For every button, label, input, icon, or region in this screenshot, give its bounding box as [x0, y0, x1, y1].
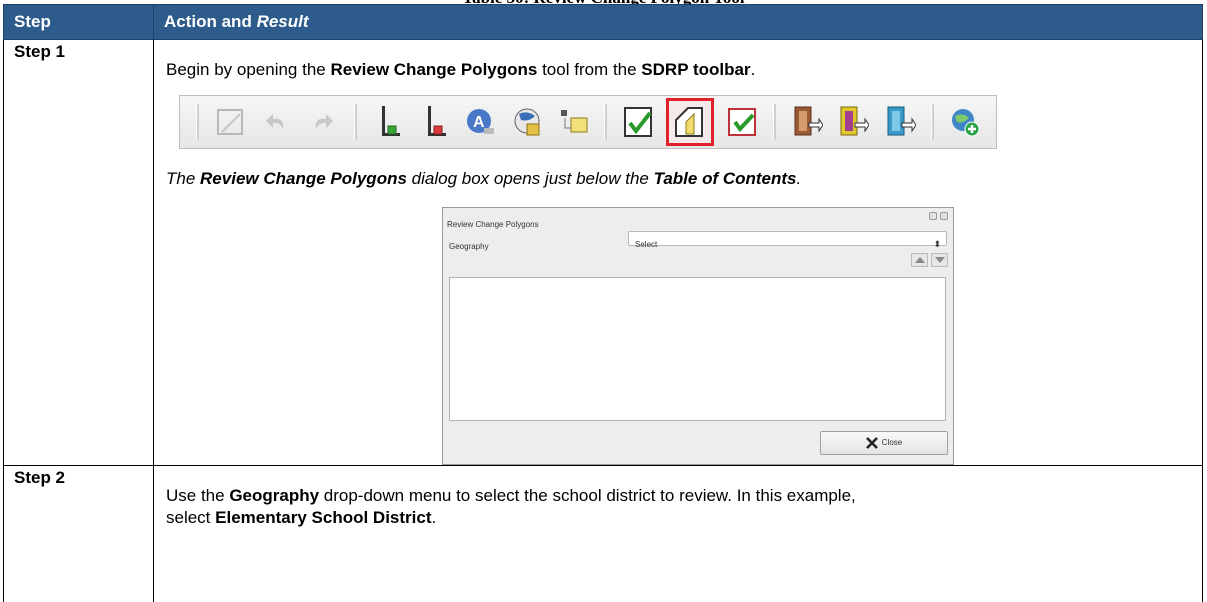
sdrp-toolbar: A: [179, 95, 997, 149]
select-value: Select: [635, 240, 658, 249]
step-2-action: Use the Geography drop-down menu to sele…: [153, 465, 1203, 602]
toc-name: Table of Contents: [653, 169, 797, 188]
toolbar-separator: [196, 104, 199, 140]
move-feature-icon[interactable]: [555, 103, 591, 141]
chevron-updown-icon: ⬍: [933, 239, 941, 249]
field-name: Geography: [229, 486, 320, 505]
header-step: Step: [3, 4, 154, 40]
text: Begin by opening the: [166, 60, 331, 79]
text: .: [431, 508, 437, 527]
redo-icon[interactable]: [304, 103, 340, 141]
identify-area-icon[interactable]: [508, 103, 544, 141]
validate-icon[interactable]: [724, 103, 760, 141]
review-change-polygons-dialog: Review Change Polygons Geography Select ⬍…: [442, 207, 954, 465]
geography-select[interactable]: Select ⬍: [628, 231, 947, 249]
review-check-icon[interactable]: [620, 103, 656, 141]
step-2-instruction-cont: select Elementary School District.: [166, 507, 1190, 529]
delete-line-icon[interactable]: [416, 103, 452, 141]
measure-icon[interactable]: [212, 103, 248, 141]
step-1-action: Begin by opening the Review Change Polyg…: [153, 39, 1203, 466]
move-down-icon[interactable]: [931, 253, 948, 267]
table-row: Step 2 Use the Geography drop-down menu …: [3, 465, 1203, 602]
dialog-title: Review Change Polygons: [447, 220, 539, 229]
undo-icon[interactable]: [258, 103, 294, 141]
text: The: [166, 169, 201, 188]
step-2-instruction: Use the Geography drop-down menu to sele…: [166, 485, 1190, 507]
toolbar-separator: [773, 104, 776, 140]
header-action: Action and Result: [153, 4, 1203, 40]
toolbar-name: SDRP toolbar: [641, 60, 751, 79]
step-2-label: Step 2: [3, 465, 154, 602]
step-1-instruction: Begin by opening the Review Change Polyg…: [166, 59, 1190, 81]
dialog-name: Review Change Polygons: [200, 169, 407, 188]
step-1-label: Step 1: [3, 39, 154, 466]
geography-label: Geography: [449, 242, 489, 251]
export-zip-icon[interactable]: [882, 103, 918, 141]
text: Use the: [166, 486, 230, 505]
reorder-controls: [911, 253, 948, 267]
header-action-text: Action and: [164, 12, 257, 31]
text: .: [750, 60, 756, 79]
toolbar-separator: [930, 104, 934, 140]
add-globe-icon[interactable]: [947, 103, 983, 141]
review-change-polygons-icon[interactable]: [666, 98, 714, 146]
close-button[interactable]: Close: [820, 431, 948, 455]
move-up-icon[interactable]: [911, 253, 928, 267]
text: drop-down menu to select the school dist…: [319, 486, 856, 505]
close-icon[interactable]: [940, 212, 948, 220]
toolbar-separator: [603, 104, 607, 140]
export-icon[interactable]: [835, 103, 871, 141]
step-1-result: The Review Change Polygons dialog box op…: [166, 168, 1190, 190]
text: dialog box opens just below the: [406, 169, 654, 188]
tool-name: Review Change Polygons: [330, 60, 538, 79]
header-result-text: Result: [256, 12, 309, 31]
label-icon[interactable]: A: [462, 103, 498, 141]
add-line-icon[interactable]: [370, 103, 406, 141]
toolbar-separator: [353, 104, 357, 140]
import-icon[interactable]: [789, 103, 825, 141]
dialog-controls: [929, 212, 948, 220]
polygon-list[interactable]: [449, 277, 946, 421]
float-icon[interactable]: [929, 212, 937, 220]
text: tool from the: [537, 60, 642, 79]
text: .: [796, 169, 802, 188]
table-row: Step 1 Begin by opening the Review Chang…: [3, 39, 1203, 466]
text: select: [166, 508, 216, 527]
svg-text:A: A: [473, 114, 485, 131]
table-header-row: Step Action and Result: [3, 4, 1203, 40]
option-name: Elementary School District: [215, 508, 432, 527]
close-label: Close: [881, 438, 903, 447]
x-icon: [865, 437, 878, 449]
steps-table: Step Action and Result Step 1 Begin by o…: [3, 4, 1203, 602]
